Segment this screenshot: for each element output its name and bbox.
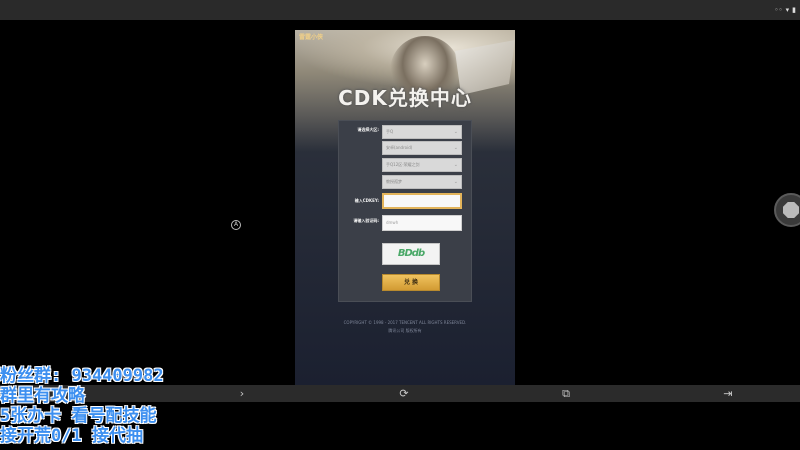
cdkey-label: 输入CDKEY:: [354, 198, 379, 203]
overlay-line-guide: 群里有攻略: [0, 386, 85, 406]
platform-select-value: 手Q: [386, 129, 394, 134]
status-icons: ◦◦ ▾ ▮: [774, 0, 796, 20]
os-select[interactable]: 安卓(android) ⌄: [382, 141, 462, 155]
game-logo: 雷霆小侠: [299, 34, 324, 41]
chevron-right-icon[interactable]: ›: [232, 385, 252, 402]
chevron-down-icon: ⌄: [453, 145, 458, 151]
share-icon[interactable]: ⧉: [556, 385, 576, 402]
gear-icon: [783, 202, 799, 218]
os-select-value: 安卓(android): [386, 145, 413, 150]
game-webview: 雷霆小侠 CDK兑换中心 请选择大区: 手Q ⌄ 安卓(android) ⌄ 手…: [295, 30, 515, 385]
server-label: 请选择大区:: [357, 127, 379, 132]
role-select-value: 教授孤梦: [386, 179, 402, 184]
wifi-icon: ▾: [785, 6, 790, 14]
left-marker-icon[interactable]: A: [231, 220, 241, 230]
company-line: 腾讯公司 版权所有: [388, 328, 422, 333]
exit-icon[interactable]: ⇥: [718, 385, 738, 402]
captcha-label: 请输入验证码:: [353, 218, 379, 223]
zone-select-value: 手Q12区·荣耀之剑: [386, 162, 420, 167]
overlay-line-cards: 5张办卡 看号配技能: [0, 406, 157, 426]
overlay-line-service: 接开荒0/1 接代抽: [0, 426, 143, 446]
stream-overlay-text: 粉丝群: 934409982 群里有攻略 5张办卡 看号配技能 接开荒0/1 接…: [0, 366, 200, 446]
battery-icon: ▮: [792, 6, 796, 14]
zone-select[interactable]: 手Q12区·荣耀之剑 ⌄: [382, 158, 462, 172]
top-status-bar: ◦◦ ▾ ▮: [0, 0, 800, 20]
captcha-image[interactable]: BDdb: [382, 243, 440, 265]
chevron-down-icon: ⌄: [453, 162, 458, 168]
refresh-icon[interactable]: ⟳: [394, 385, 414, 402]
chevron-down-icon: ⌄: [453, 129, 458, 135]
platform-select[interactable]: 手Q ⌄: [382, 125, 462, 139]
cdkey-input[interactable]: [382, 193, 462, 209]
footer: COPYRIGHT © 1998 - 2017 TENCENT ALL RIGH…: [295, 319, 515, 335]
floating-assistant-button[interactable]: [774, 193, 800, 227]
role-select[interactable]: 教授孤梦 ⌄: [382, 175, 462, 189]
copyright-line: COPYRIGHT © 1998 - 2017 TENCENT ALL RIGH…: [343, 320, 467, 325]
chevron-down-icon: ⌄: [453, 179, 458, 185]
redeem-button[interactable]: 兑 换: [382, 274, 440, 291]
cdk-form: 请选择大区: 手Q ⌄ 安卓(android) ⌄ 手Q12区·荣耀之剑 ⌄ 教…: [338, 120, 472, 302]
dots-icon: ◦◦: [774, 6, 783, 14]
overlay-line-fan-group: 粉丝群: 934409982: [0, 366, 164, 386]
captcha-input[interactable]: dmwh: [382, 215, 462, 231]
page-title: CDK兑换中心: [338, 86, 472, 110]
